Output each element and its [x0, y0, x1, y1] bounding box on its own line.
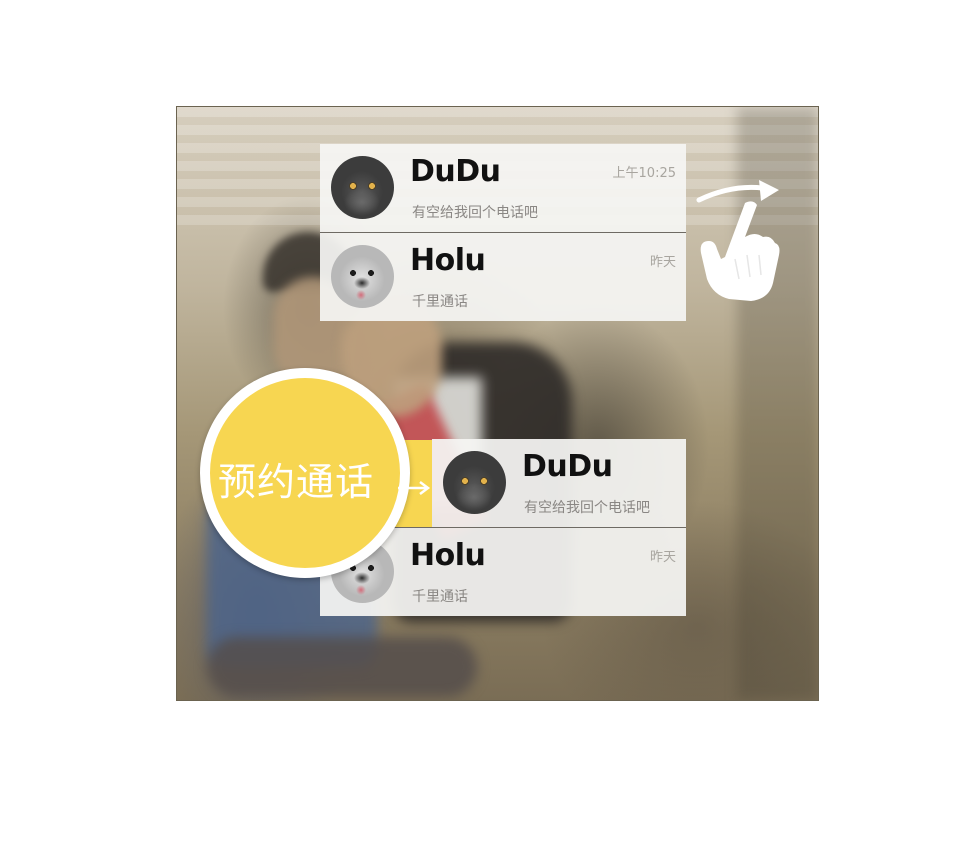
contact-row-dudu[interactable]: DuDu 有空给我回个电话吧 上午10:25: [320, 144, 686, 232]
contact-time: 上午10:25: [612, 166, 676, 181]
contact-message: 千里通话: [412, 294, 468, 310]
contact-row-holu[interactable]: Holu 千里通话 昨天: [320, 232, 686, 321]
avatar-cat: [443, 451, 506, 514]
swipe-right-hand-icon: [696, 180, 780, 301]
arrow-right-icon: [398, 481, 431, 495]
contact-row-dudu-swiped[interactable]: DuDu 有空给我回个电话吧: [432, 439, 686, 527]
schedule-call-label[interactable]: 预约通话: [218, 451, 374, 506]
contact-name: DuDu: [522, 449, 613, 484]
figurine-shoes: [207, 637, 477, 697]
avatar-dog: [331, 245, 394, 308]
contact-name: Holu: [410, 243, 486, 278]
contact-message: 有空给我回个电话吧: [412, 205, 538, 221]
contact-message: 千里通话: [412, 589, 468, 605]
contact-name: Holu: [410, 538, 486, 573]
magnifier-callout: 预约通话: [200, 368, 410, 578]
avatar-cat: [331, 156, 394, 219]
contact-message: 有空给我回个电话吧: [524, 500, 650, 516]
contact-time: 昨天: [649, 550, 676, 565]
contact-time: 昨天: [649, 255, 676, 270]
contact-name: DuDu: [410, 154, 501, 189]
